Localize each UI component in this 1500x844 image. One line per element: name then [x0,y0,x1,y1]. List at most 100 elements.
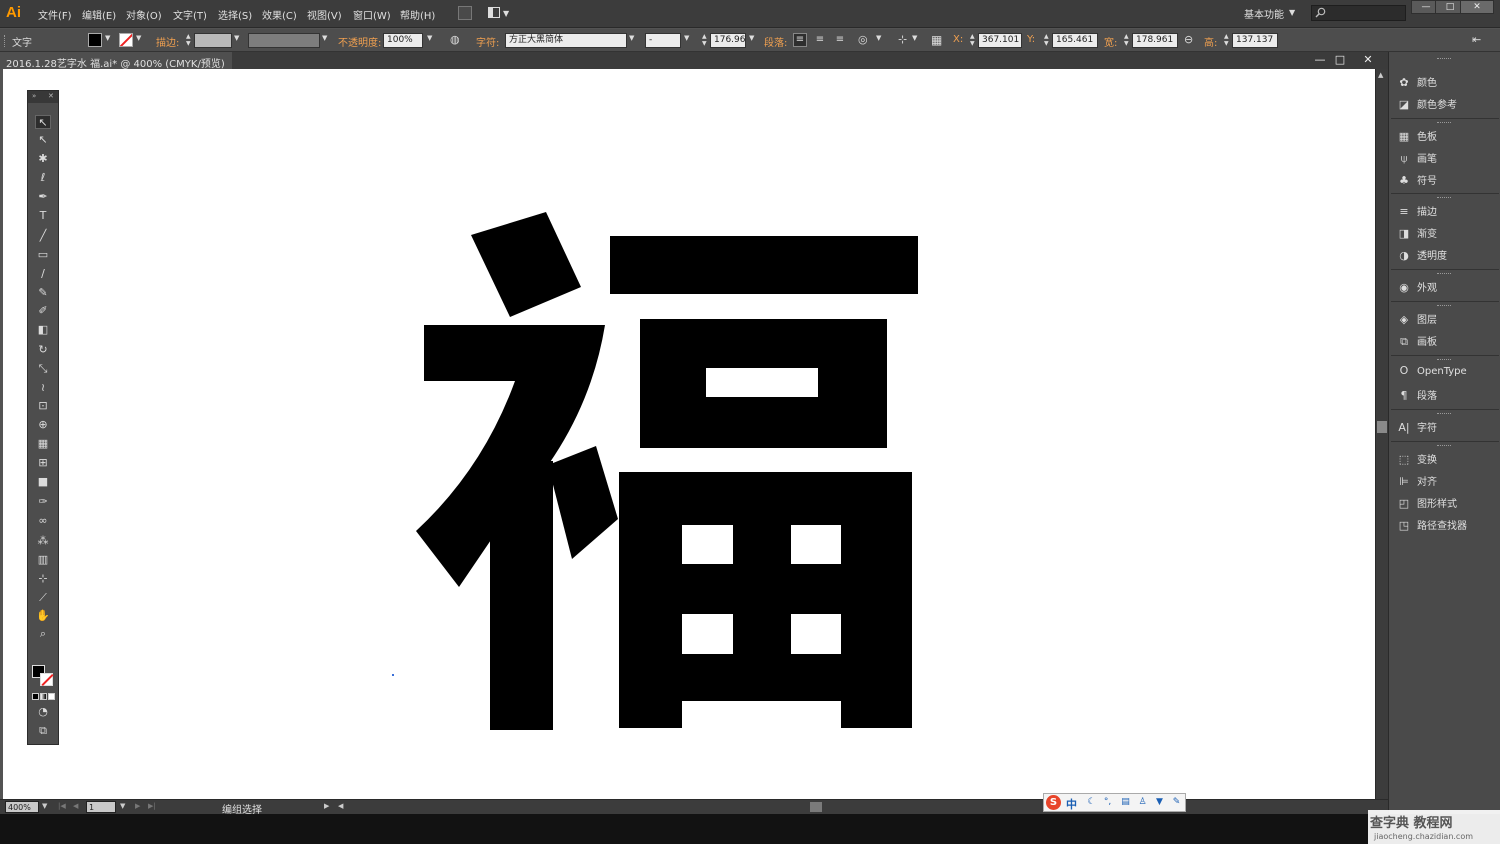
none-mode-button[interactable] [48,693,55,700]
variable-width-profile[interactable] [248,33,320,48]
panel-graphic-styles[interactable]: ◰ 图形样式 [1397,495,1457,513]
perspective-grid-tool[interactable]: ▦ [35,437,51,451]
panel-layers[interactable]: ◈ 图层 [1397,311,1437,329]
eraser-tool[interactable]: ◧ [35,323,51,337]
stroke-color-swatch[interactable] [40,673,53,686]
panel-grip[interactable] [1437,197,1451,199]
y-field[interactable]: 165.461 [1052,33,1098,48]
panel-grip[interactable] [1437,445,1451,447]
rectangle-tool[interactable]: ▭ [35,248,51,262]
reference-point-icon[interactable]: ▦ [931,33,945,47]
panel-paragraph[interactable]: ¶ 段落 [1397,387,1438,405]
chevron-down-icon[interactable]: ▼ [120,802,125,810]
panel-grip[interactable] [1437,359,1451,361]
vertical-scrollbar[interactable]: ▲ [1375,69,1388,799]
symbol-sprayer-tool[interactable]: ⁂ [35,534,51,548]
menu-effect[interactable]: 效果(C) [262,7,297,22]
arrange-icon[interactable]: ⊹ [898,33,912,47]
panel-grip[interactable] [1437,58,1451,60]
width-tool[interactable]: ≀ [35,381,51,395]
moon-icon[interactable]: ☾ [1086,797,1097,808]
menu-object[interactable]: 对象(O) [126,7,162,22]
ime-language-toggle[interactable]: 中 [1066,796,1077,812]
direct-selection-tool[interactable]: ↖ [35,133,51,147]
screen-mode-icon[interactable]: ⧉ [35,724,51,738]
artboard-tool[interactable]: ⊹ [35,572,51,586]
last-page-icon[interactable]: ▶| [148,802,156,810]
page-number-field[interactable]: 1 [86,801,116,813]
pen-tool[interactable]: ✒ [35,190,51,204]
panel-swatches[interactable]: ▦ 色板 [1397,128,1437,146]
rotate-tool[interactable]: ↻ [35,343,51,357]
vertical-scroll-thumb[interactable] [1377,421,1387,433]
prev-page-icon[interactable]: ◀ [73,802,78,810]
font-style-field[interactable]: - [645,33,681,48]
x-spinner[interactable]: ▲ ▼ [970,33,976,47]
scroll-up-icon[interactable]: ▲ [1378,71,1383,79]
type-tool[interactable]: T [35,209,51,223]
zoom-level-field[interactable]: 400% [5,801,39,813]
panel-artboards[interactable]: ⧉ 画板 [1397,333,1437,351]
isolate-icon[interactable]: ◎ [858,33,872,47]
pencil-tool[interactable]: ✎ [35,286,51,300]
hand-tool[interactable]: ✋ [35,609,51,623]
blend-tool[interactable]: ∞ [35,514,51,528]
opacity-field[interactable]: 100% [383,33,423,48]
chevron-down-icon[interactable]: ▼ [42,802,47,810]
panel-transform[interactable]: ⬚ 变换 [1397,451,1437,469]
doc-maximize-button[interactable]: □ [1330,53,1350,67]
doc-minimize-button[interactable]: — [1310,53,1330,67]
align-right-icon[interactable]: ≡ [833,33,847,47]
zoom-tool[interactable]: ⌕ [35,627,51,641]
panel-brushes[interactable]: ⍦ 画笔 [1397,150,1437,168]
bridge-button[interactable] [458,6,472,20]
panel-appearance[interactable]: ◉ 外观 [1397,279,1437,297]
align-left-icon[interactable]: ≡ [793,33,807,47]
panel-symbols[interactable]: ♣ 符号 [1397,172,1437,190]
workspace-switcher[interactable]: 基本功能 [1244,6,1284,21]
eyedropper-tool[interactable]: ✑ [35,495,51,509]
close-icon[interactable]: ✕ [48,92,54,100]
stroke-spinner[interactable]: ▲ ▼ [186,33,192,47]
x-field[interactable]: 367.101 [978,33,1022,48]
panel-character[interactable]: A| 字符 [1397,419,1437,437]
panel-stroke[interactable]: ≡ 描边 [1397,203,1437,221]
menu-select[interactable]: 选择(S) [218,7,252,22]
shape-builder-tool[interactable]: ⊕ [35,418,51,432]
menu-view[interactable]: 视图(V) [307,7,342,22]
panel-grip[interactable] [1437,122,1451,124]
ime-logo[interactable]: S [1046,795,1061,810]
height-field[interactable]: 137.137 [1232,33,1278,48]
font-family-field[interactable]: 方正大黑简体 [505,33,627,48]
slice-tool[interactable]: ⟋ [35,591,51,605]
link-icon[interactable]: ⊖ [1184,33,1198,47]
line-tool[interactable]: ╱ [35,229,51,243]
mesh-tool[interactable]: ⊞ [35,456,51,470]
stroke-weight-field[interactable] [194,33,232,48]
scroll-left-icon[interactable]: ◀ [338,802,343,810]
panel-color[interactable]: ✿ 颜色 [1397,74,1437,92]
blob-brush-tool[interactable]: ✐ [35,304,51,318]
wrench-icon[interactable]: ✎ [1171,797,1182,808]
column-graph-tool[interactable]: ▥ [35,553,51,567]
artboard-canvas[interactable] [3,69,1375,799]
gradient-tool[interactable]: ■ [35,475,51,489]
y-spinner[interactable]: ▲ ▼ [1044,33,1050,47]
status-menu-icon[interactable]: ▶ [324,802,329,810]
menu-help[interactable]: 帮助(H) [400,7,435,22]
panel-align[interactable]: ⊫ 对齐 [1397,473,1437,491]
font-size-field[interactable]: 176.96 [710,33,746,48]
magic-wand-tool[interactable]: ✱ [35,152,51,166]
gradient-mode-button[interactable] [40,693,47,700]
next-page-icon[interactable]: ▶ [135,802,140,810]
close-button[interactable]: ✕ [1460,0,1494,14]
menu-type[interactable]: 文字(T) [173,7,207,22]
align-center-icon[interactable]: ≡ [813,33,827,47]
paintbrush-tool[interactable]: ∕ [35,267,51,281]
punctuation-icon[interactable]: °, [1102,797,1113,808]
fill-color-swatch[interactable] [88,33,102,47]
arrange-documents-button[interactable]: ▼ [488,6,510,20]
stroke-color-swatch[interactable] [119,33,133,47]
collapse-icon[interactable]: » [32,92,36,100]
recolor-icon[interactable]: ◍ [450,33,464,47]
